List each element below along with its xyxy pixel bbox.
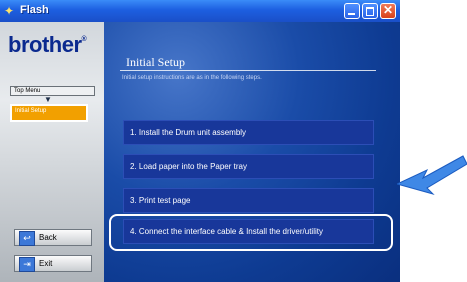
back-button-label: Back bbox=[39, 233, 57, 242]
step-button-2[interactable]: 2. Load paper into the Paper tray bbox=[123, 154, 374, 179]
sidebar-item-initial-setup[interactable]: Initial Setup bbox=[10, 104, 88, 122]
maximize-button[interactable] bbox=[362, 3, 378, 19]
page-subtitle: Initial setup instructions are as in the… bbox=[122, 75, 262, 81]
step-button-1[interactable]: 1. Install the Drum unit assembly bbox=[123, 120, 374, 145]
exit-icon: ⇥ bbox=[19, 257, 35, 272]
exit-button-label: Exit bbox=[39, 259, 53, 268]
brother-logo: brother® bbox=[8, 32, 87, 57]
flash-app-icon: ✦ bbox=[4, 4, 15, 18]
step-button-3[interactable]: 3. Print test page bbox=[123, 188, 374, 213]
page-title: Initial Setup bbox=[126, 55, 185, 69]
sidebar-item-top-menu[interactable]: Top Menu bbox=[10, 86, 95, 96]
down-arrow-icon: ▼ bbox=[44, 95, 52, 104]
exit-button[interactable]: ⇥ Exit bbox=[14, 255, 92, 272]
title-divider bbox=[120, 70, 376, 71]
pointer-arrow-icon bbox=[397, 155, 467, 195]
title-bar[interactable]: ✦ Flash bbox=[0, 0, 400, 22]
back-button[interactable]: ↩ Back bbox=[14, 229, 92, 246]
window-title: Flash bbox=[20, 4, 49, 16]
minimize-button[interactable] bbox=[344, 3, 360, 19]
back-arrow-icon: ↩ bbox=[19, 231, 35, 246]
step-highlight-outline bbox=[109, 214, 393, 251]
sidebar: brother® Top Menu ▼ Initial Setup ↩ Back… bbox=[0, 22, 104, 282]
close-button[interactable] bbox=[380, 3, 396, 19]
